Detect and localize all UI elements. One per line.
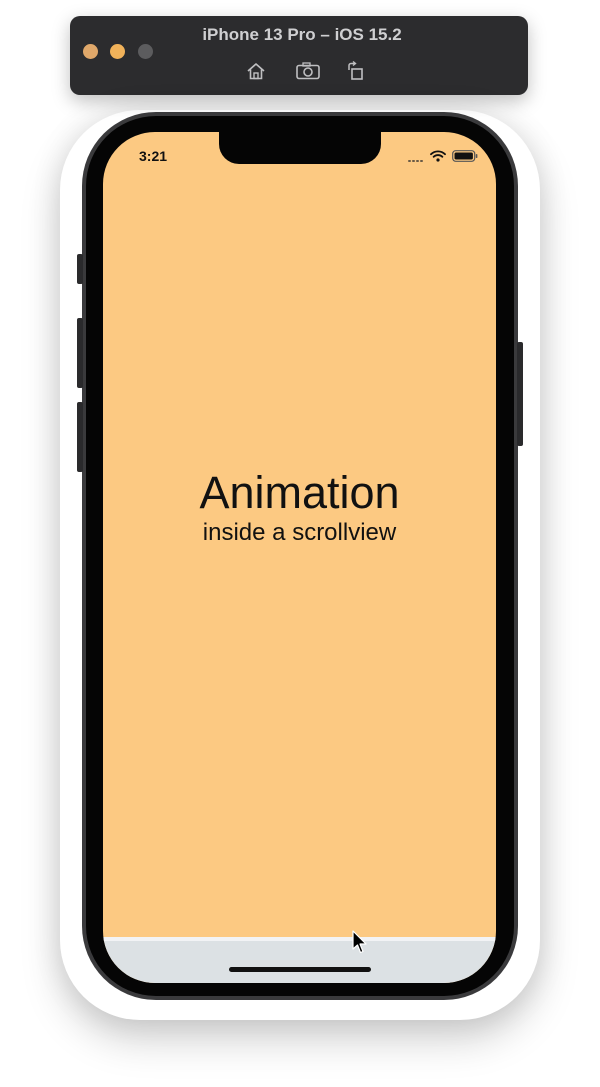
mute-switch	[77, 254, 83, 284]
window-zoom-button[interactable]	[138, 44, 153, 59]
wifi-icon	[430, 150, 446, 162]
scroll-content[interactable]: Animation inside a scrollview	[103, 467, 496, 547]
volume-up-button	[77, 318, 83, 388]
page-title: Animation	[199, 467, 400, 518]
battery-icon	[452, 150, 478, 162]
home-indicator[interactable]	[229, 967, 371, 972]
status-icons	[408, 149, 478, 163]
status-time: 3:21	[139, 148, 168, 164]
camera-icon[interactable]	[295, 60, 321, 82]
phone-screen[interactable]: 3:21 Animation inside a scrollview	[103, 132, 496, 983]
cellular-signal-icon	[408, 150, 424, 162]
mouse-cursor-icon	[352, 930, 368, 956]
window-minimize-button[interactable]	[110, 44, 125, 59]
bottom-safe-area	[103, 937, 496, 983]
home-icon[interactable]	[245, 60, 267, 82]
rotate-icon[interactable]	[345, 60, 367, 82]
window-close-button[interactable]	[83, 44, 98, 59]
power-button	[517, 342, 523, 446]
simulator-title-bar: iPhone 13 Pro – iOS 15.2	[70, 16, 528, 95]
page-subtitle: inside a scrollview	[202, 519, 397, 546]
simulator-title: iPhone 13 Pro – iOS 15.2	[202, 25, 402, 44]
volume-down-button	[77, 402, 83, 472]
notch	[219, 132, 381, 164]
